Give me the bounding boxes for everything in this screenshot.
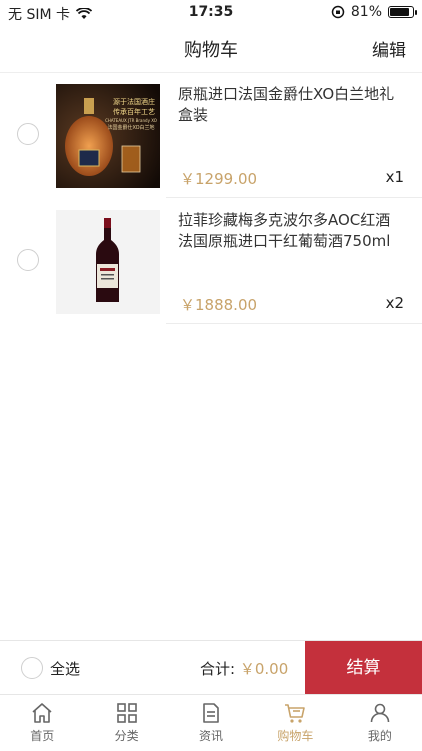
product-price: ￥1888.00 [180, 296, 258, 314]
home-icon [32, 703, 52, 723]
total-amount: ￥0.00 [239, 660, 289, 678]
product-name[interactable]: 原瓶进口法国金爵仕XO白兰地礼盒装 [178, 84, 403, 126]
product-price: ￥1299.00 [180, 170, 258, 188]
cart-icon [285, 704, 306, 723]
rotation-lock-icon [331, 5, 345, 19]
tab-category-label: 分类 [114, 729, 139, 743]
tab-cart-label: 购物车 [277, 729, 314, 743]
edit-button[interactable]: 编辑 [372, 36, 406, 61]
tab-category[interactable]: 分类 [84, 695, 168, 751]
document-icon [203, 703, 219, 723]
item-select-radio[interactable] [17, 249, 39, 271]
tab-news-label: 资讯 [199, 729, 224, 743]
cognac-bottle-image: 源于法国酒庄 传承百年工艺 CHATEAUX JTR Brandy XO 法国金… [56, 84, 160, 188]
tab-bar: 首页 分类 资讯 购物车 我的 [0, 694, 422, 751]
tab-profile-label: 我的 [367, 729, 392, 743]
product-image-cognac[interactable]: 源于法国酒庄 传承百年工艺 CHATEAUX JTR Brandy XO 法国金… [56, 84, 160, 188]
image-caption-2: 传承百年工艺 [113, 107, 155, 116]
checkout-button[interactable]: 结算 [305, 641, 422, 695]
product-name[interactable]: 拉菲珍藏梅多克波尔多AOC红酒法国原瓶进口干红葡萄酒750ml [178, 210, 403, 252]
divider [166, 323, 422, 324]
image-caption-1: 源于法国酒庄 [113, 97, 155, 106]
product-quantity: x1 [385, 168, 404, 186]
image-caption-3: CHATEAUX JTR Brandy XO [105, 118, 157, 123]
select-all-label[interactable]: 全选 [50, 658, 80, 679]
checkout-bar: 全选 合计: ￥0.00 结算 [0, 640, 422, 695]
total-label: 合计: [200, 660, 236, 678]
total-summary: 合计: ￥0.00 [200, 658, 288, 679]
product-quantity: x2 [385, 294, 404, 312]
wine-bottle-image [56, 210, 160, 314]
grid-icon [116, 703, 137, 723]
battery-icon [388, 6, 417, 18]
tab-profile[interactable]: 我的 [338, 695, 422, 751]
status-bar: 无 SIM 卡 17:35 81% [0, 0, 422, 24]
item-select-radio[interactable] [17, 123, 39, 145]
product-image-wine[interactable] [56, 210, 160, 314]
battery-percent: 81% [350, 4, 382, 20]
tab-news[interactable]: 资讯 [169, 695, 253, 751]
page-title: 购物车 [184, 40, 238, 61]
user-icon [370, 703, 390, 723]
image-caption-4: 法国金爵仕XO白兰地 [107, 124, 154, 131]
status-right: 81% [331, 4, 417, 20]
cart-list: 源于法国酒庄 传承百年工艺 CHATEAUX JTR Brandy XO 法国金… [0, 72, 422, 324]
tab-home-label: 首页 [30, 729, 55, 743]
tab-cart[interactable]: 购物车 [253, 695, 337, 751]
cart-item[interactable]: 拉菲珍藏梅多克波尔多AOC红酒法国原瓶进口干红葡萄酒750ml ￥1888.00… [0, 198, 422, 324]
select-all-radio[interactable] [21, 657, 43, 679]
tab-home[interactable]: 首页 [0, 695, 84, 751]
cart-item[interactable]: 源于法国酒庄 传承百年工艺 CHATEAUX JTR Brandy XO 法国金… [0, 72, 422, 198]
nav-bar: 购物车 编辑 [0, 24, 422, 73]
